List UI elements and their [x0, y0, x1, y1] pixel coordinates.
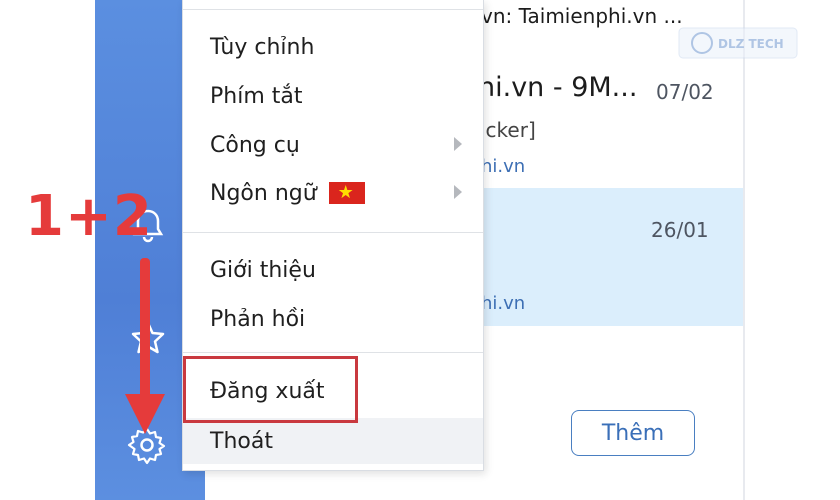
more-button[interactable]: Thêm [571, 410, 695, 456]
conversation-header: vn: Taimienphi.vn ... [481, 4, 683, 28]
menu-divider [183, 232, 483, 233]
menu-item-label: Tùy chỉnh [210, 34, 315, 60]
watermark-text: DLZ TECH [718, 37, 784, 51]
conversation-link[interactable]: hi.vn [481, 293, 525, 314]
down-arrow-icon [125, 258, 165, 434]
menu-item-label: Thoát [210, 428, 273, 454]
menu-item-label: Phím tắt [210, 83, 303, 109]
conversation-sender[interactable]: hi.vn - 9M... [478, 72, 637, 103]
menu-item-feedback[interactable]: Phản hồi [183, 296, 483, 342]
chevron-right-icon [454, 137, 462, 151]
menu-item-label: Công cụ [210, 132, 300, 158]
menu-item-shortcuts[interactable]: Phím tắt [183, 73, 483, 119]
logout-highlight-box [183, 356, 358, 423]
menu-divider [183, 352, 483, 353]
menu-item-label: Ngôn ngữ [210, 180, 317, 206]
chevron-right-icon [454, 185, 462, 199]
menu-item-label: Giới thiệu [210, 257, 316, 283]
menu-divider [183, 9, 483, 10]
menu-item-exit[interactable]: Thoát [183, 418, 483, 464]
menu-item-tools[interactable]: Công cụ [183, 122, 483, 168]
step-label: 1+2 [25, 184, 153, 249]
conversation-date: 26/01 [651, 218, 709, 242]
conversation-date: 07/02 [656, 80, 714, 104]
conversation-link[interactable]: hi.vn [481, 156, 525, 177]
menu-item-customize[interactable]: Tùy chỉnh [183, 24, 483, 70]
menu-item-about[interactable]: Giới thiệu [183, 247, 483, 293]
watermark-logo: DLZ TECH [678, 27, 798, 59]
content-panel [745, 0, 840, 500]
vietnam-flag-icon: ★ [328, 182, 365, 204]
menu-item-language[interactable]: Ngôn ngữ ★ [183, 170, 483, 216]
conversation-preview: icker] [480, 118, 536, 142]
menu-item-label: Phản hồi [210, 306, 306, 332]
